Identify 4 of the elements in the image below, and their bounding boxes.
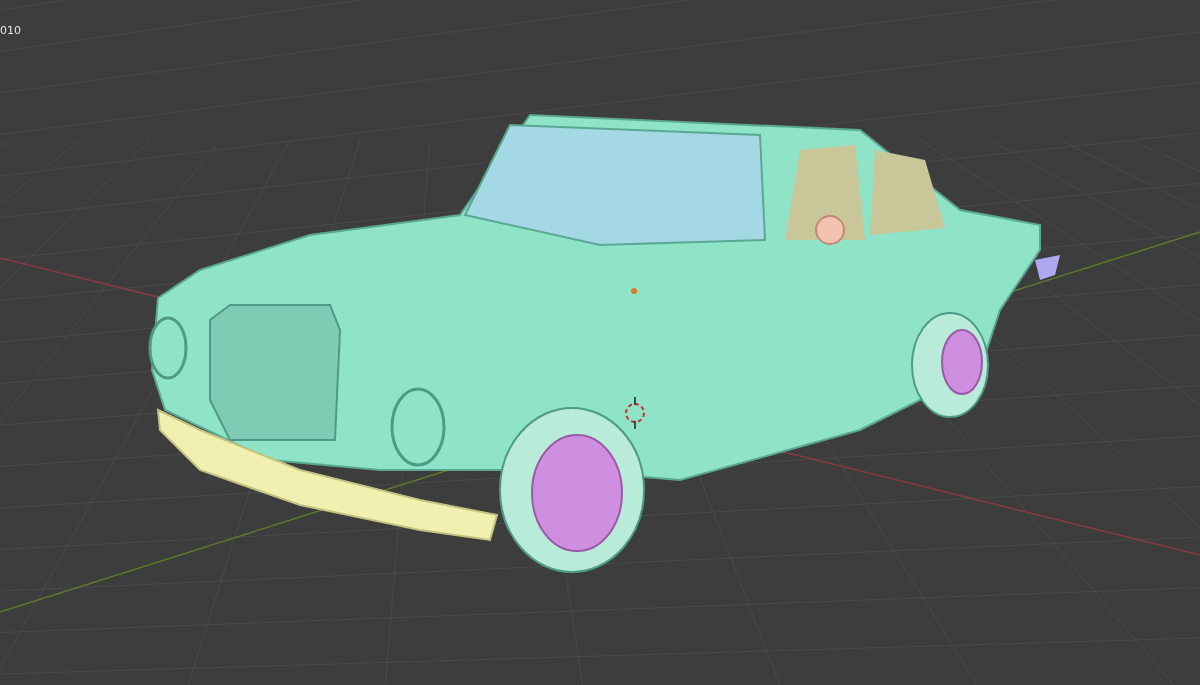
viewport[interactable]: 010 <box>0 0 1200 685</box>
cursor-icon[interactable] <box>625 396 645 430</box>
object-label: 010 <box>0 24 21 37</box>
origin-dot <box>631 288 637 294</box>
